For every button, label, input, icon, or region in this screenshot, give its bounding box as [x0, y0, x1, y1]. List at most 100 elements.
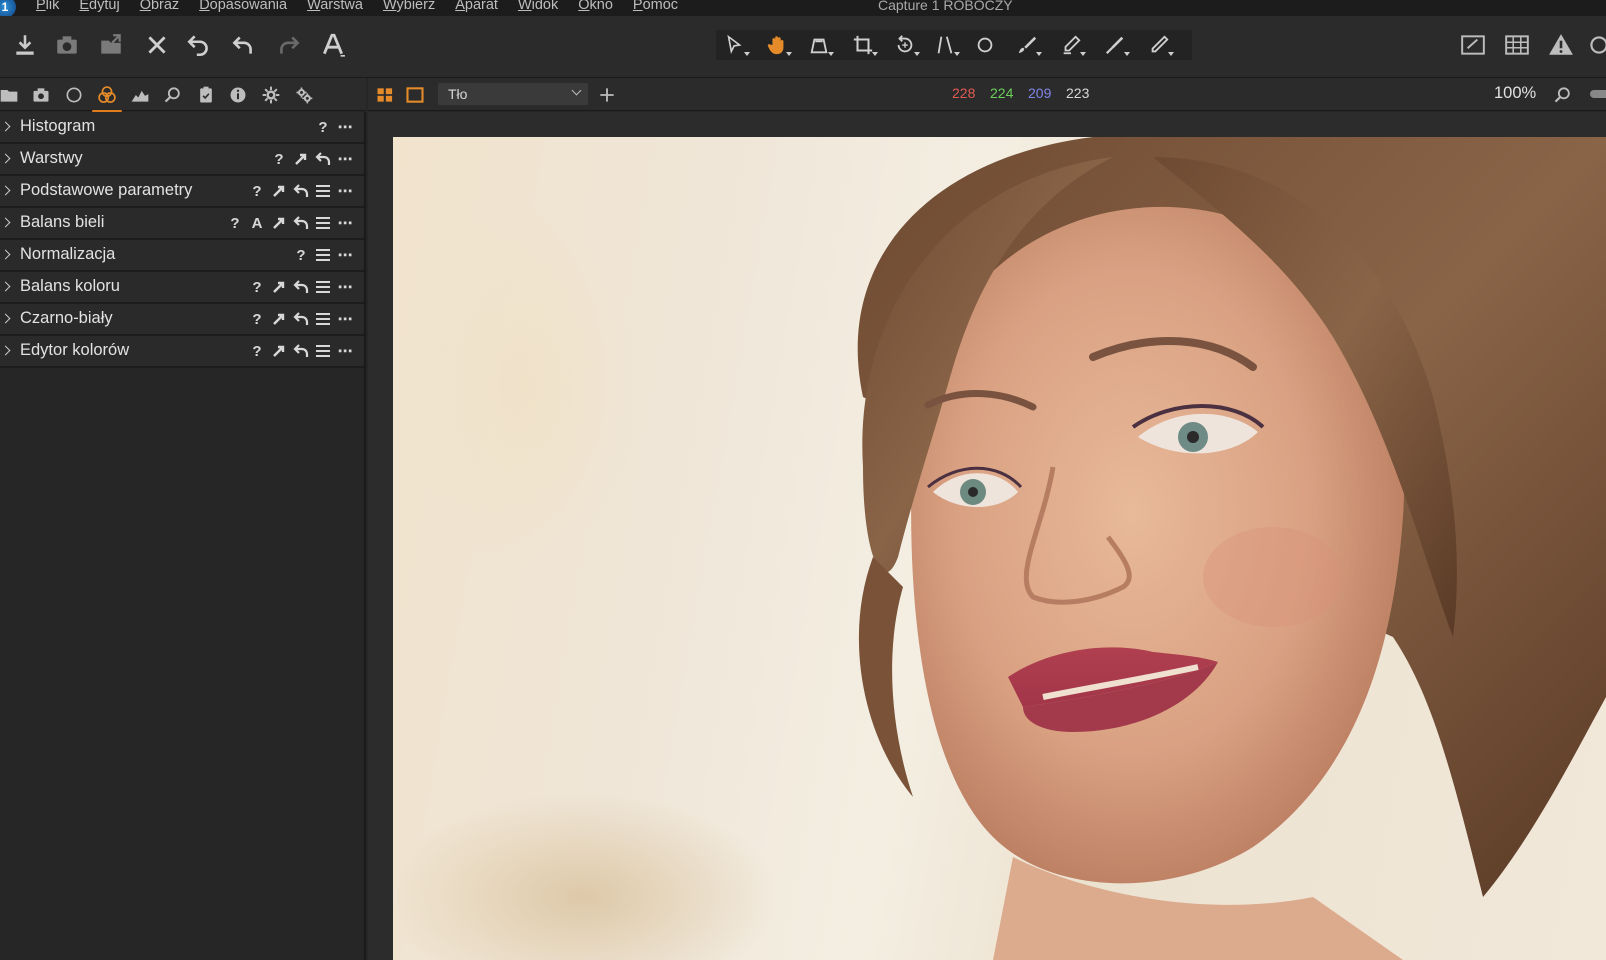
grid-icon[interactable]	[1502, 30, 1532, 60]
more-icon[interactable]: ⋯	[334, 275, 356, 299]
gradient-icon[interactable]	[1100, 32, 1130, 58]
add-layer-icon[interactable]	[594, 83, 620, 107]
presets-icon[interactable]	[312, 275, 334, 299]
presets-icon[interactable]	[312, 243, 334, 267]
reset-icon[interactable]	[290, 307, 312, 331]
color-icon[interactable]	[92, 83, 122, 112]
help-icon[interactable]: ?	[246, 339, 268, 363]
chevron-right-icon[interactable]	[0, 121, 11, 132]
chevron-right-icon[interactable]	[0, 249, 11, 260]
menu-widok[interactable]: Widok	[518, 0, 558, 13]
tool-balans-bieli[interactable]: Balans bieli ? A ⋯	[0, 208, 364, 240]
more-icon[interactable]: ⋯	[334, 243, 356, 267]
text-icon[interactable]	[318, 30, 348, 60]
tool-podstawowe-parametry[interactable]: Podstawowe parametry ? ⋯	[0, 176, 364, 208]
image-viewer[interactable]	[368, 112, 1606, 960]
reset-icon[interactable]	[290, 339, 312, 363]
layer-select[interactable]: Tło	[438, 83, 588, 105]
auto-adjust-icon[interactable]: A	[246, 211, 268, 235]
reset-icon[interactable]	[312, 147, 334, 171]
eraser-icon[interactable]	[1056, 32, 1086, 58]
lens-icon[interactable]	[61, 83, 87, 107]
chevron-right-icon[interactable]	[0, 153, 11, 164]
help-icon[interactable]: ?	[290, 243, 312, 267]
tool-czarno-bialy[interactable]: Czarno-biały ? ⋯	[0, 304, 364, 336]
copy-apply-icon[interactable]	[268, 339, 290, 363]
copy-apply-icon[interactable]	[268, 275, 290, 299]
copy-apply-icon[interactable]	[268, 307, 290, 331]
batch-icon[interactable]	[291, 83, 317, 107]
proof-icon[interactable]	[1458, 30, 1488, 60]
overlay-icon[interactable]	[1584, 30, 1606, 60]
export-icon[interactable]	[96, 30, 126, 60]
metadata-icon[interactable]	[225, 83, 251, 107]
redo-icon[interactable]	[274, 30, 304, 60]
chevron-right-icon[interactable]	[0, 313, 11, 324]
menu-pomoc[interactable]: Pomoc	[633, 0, 678, 13]
linear-mask-icon[interactable]	[1144, 32, 1174, 58]
chevron-right-icon[interactable]	[0, 281, 11, 292]
presets-icon[interactable]	[312, 211, 334, 235]
help-icon[interactable]: ?	[246, 179, 268, 203]
menu-okno[interactable]: Okno	[578, 0, 613, 13]
crop-icon[interactable]	[848, 32, 878, 58]
tool-normalizacja[interactable]: Normalizacja ? ⋯	[0, 240, 364, 272]
details-icon[interactable]	[160, 83, 186, 107]
library-icon[interactable]	[0, 83, 22, 107]
spot-removal-icon[interactable]	[970, 32, 1000, 58]
menu-dopasowania[interactable]: Dopasowania	[199, 0, 287, 13]
tool-balans-koloru[interactable]: Balans koloru ? ⋯	[0, 272, 364, 304]
copy-apply-icon[interactable]	[290, 147, 312, 171]
multi-view-icon[interactable]	[372, 83, 398, 107]
output-icon[interactable]	[258, 83, 284, 107]
tool-edytor-kolorow[interactable]: Edytor kolorów ? ⋯	[0, 336, 364, 368]
more-icon[interactable]: ⋯	[334, 179, 356, 203]
reset-icon[interactable]	[290, 211, 312, 235]
more-icon[interactable]: ⋯	[334, 147, 356, 171]
presets-icon[interactable]	[312, 307, 334, 331]
zoom-level[interactable]: 100%	[1494, 84, 1536, 103]
camera-icon[interactable]	[52, 30, 82, 60]
chevron-right-icon[interactable]	[0, 217, 11, 228]
copy-apply-icon[interactable]	[268, 179, 290, 203]
loupe-icon[interactable]	[804, 32, 834, 58]
tool-warstwy[interactable]: Warstwy ? ⋯	[0, 144, 364, 176]
zoom-icon[interactable]	[1550, 83, 1576, 107]
help-icon[interactable]: ?	[246, 307, 268, 331]
delete-icon[interactable]	[142, 30, 172, 60]
help-icon[interactable]: ?	[268, 147, 290, 171]
zoom-slider[interactable]	[1590, 90, 1606, 98]
keystone-icon[interactable]	[930, 32, 960, 58]
chevron-right-icon[interactable]	[0, 185, 11, 196]
brush-icon[interactable]	[1012, 32, 1042, 58]
menu-wybierz[interactable]: Wybierz	[383, 0, 435, 13]
chevron-right-icon[interactable]	[0, 345, 11, 356]
exposure-warning-icon[interactable]	[1546, 30, 1576, 60]
reset-icon[interactable]	[290, 179, 312, 203]
more-icon[interactable]: ⋯	[334, 307, 356, 331]
capture-icon[interactable]	[28, 83, 54, 107]
more-icon[interactable]: ⋯	[334, 339, 356, 363]
help-icon[interactable]: ?	[246, 275, 268, 299]
more-icon[interactable]: ⋯	[334, 211, 356, 235]
undo-all-icon[interactable]	[184, 30, 214, 60]
menu-edytuj[interactable]: Edytuj	[79, 0, 119, 13]
menu-plik[interactable]: Plik	[36, 0, 59, 13]
reset-icon[interactable]	[290, 275, 312, 299]
pan-hand-icon[interactable]	[762, 32, 792, 58]
tool-histogram[interactable]: Histogram ? ⋯	[0, 112, 364, 144]
help-icon[interactable]: ?	[312, 115, 334, 139]
more-icon[interactable]: ⋯	[334, 115, 356, 139]
menu-obraz[interactable]: Obraz	[140, 0, 180, 13]
undo-icon[interactable]	[228, 30, 258, 60]
select-icon[interactable]	[720, 32, 750, 58]
photo-preview[interactable]	[393, 137, 1606, 960]
adjustments-icon[interactable]	[193, 83, 219, 107]
rotate-icon[interactable]	[890, 32, 920, 58]
menu-warstwa[interactable]: Warstwa	[307, 0, 363, 13]
help-icon[interactable]: ?	[224, 211, 246, 235]
exposure-icon[interactable]	[127, 83, 153, 107]
copy-apply-icon[interactable]	[268, 211, 290, 235]
presets-icon[interactable]	[312, 339, 334, 363]
import-icon[interactable]	[10, 30, 40, 60]
